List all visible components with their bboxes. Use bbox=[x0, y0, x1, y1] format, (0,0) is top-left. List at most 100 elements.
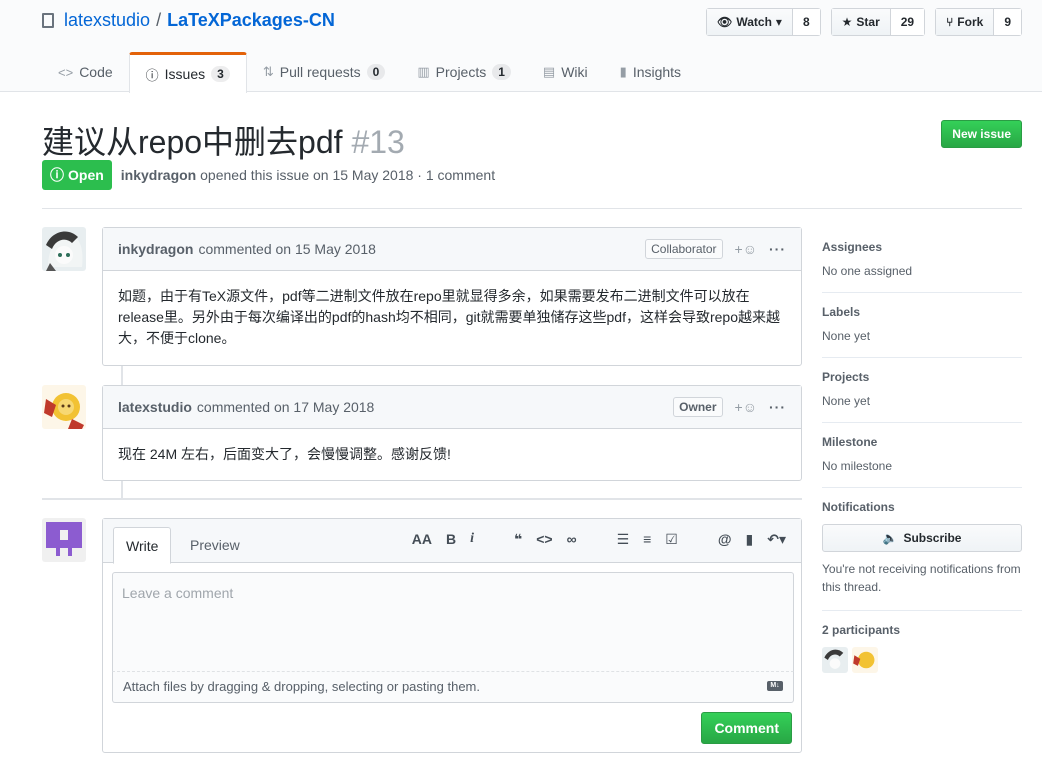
editor-tabs: Write Preview AA B i ❝ <> ∞ ☰ ≡ ☑ @ ▮ ↶▾ bbox=[103, 519, 801, 564]
comment-body: 现在 24M 左右，后面变大了，会慢慢调整。感谢反馈! bbox=[118, 446, 451, 462]
fork-label: Fork bbox=[957, 15, 984, 29]
star-label: Star bbox=[856, 15, 880, 29]
git-pull-request-icon: ⇅ bbox=[262, 64, 274, 79]
more-options-icon[interactable]: ··· bbox=[769, 399, 786, 415]
tab-label: Code bbox=[79, 64, 113, 80]
tab-pull-requests[interactable]: ⇅ Pull requests 0 bbox=[247, 52, 402, 92]
header-text-icon[interactable]: AA bbox=[412, 531, 432, 548]
tab-code[interactable]: <> Code bbox=[42, 52, 129, 92]
comment-timestamp[interactable]: commented on 17 May 2018 bbox=[197, 399, 374, 415]
comment-header: inkydragon commented on 15 May 2018 Coll… bbox=[103, 228, 801, 271]
eye-icon: 👁 bbox=[717, 15, 733, 29]
markdown-icon[interactable]: M↓ bbox=[767, 681, 783, 691]
issue-meta-text: opened this issue on 15 May 2018 · 1 com… bbox=[200, 167, 496, 183]
graph-icon: ▮ bbox=[619, 64, 627, 79]
comment-actions: Collaborator +☺ ··· bbox=[645, 239, 786, 259]
reply-icon[interactable]: ↶▾ bbox=[767, 531, 786, 548]
markdown-toolbar: AA B i ❝ <> ∞ ☰ ≡ ☑ @ ▮ ↶▾ bbox=[412, 531, 786, 548]
repo-owner-link[interactable]: latexstudio bbox=[64, 10, 150, 31]
link-icon[interactable]: ∞ bbox=[567, 531, 577, 548]
current-user-avatar[interactable] bbox=[42, 518, 86, 562]
star-count[interactable]: 29 bbox=[890, 9, 925, 35]
more-options-icon[interactable]: ··· bbox=[769, 241, 786, 257]
issue-opened-icon: ⓘ bbox=[50, 167, 64, 183]
sidebar-participants: 2 participants bbox=[822, 611, 1022, 687]
avatar[interactable] bbox=[42, 385, 86, 429]
ordered-list-icon[interactable]: ≡ bbox=[643, 531, 651, 548]
watch-button[interactable]: 👁 Watch ▾ bbox=[707, 9, 793, 35]
sidebar-heading[interactable]: Milestone bbox=[822, 435, 1022, 449]
tab-issues[interactable]: ⓘ Issues 3 bbox=[128, 52, 247, 93]
issue-opened-icon: ⓘ bbox=[145, 67, 159, 83]
sidebar-value: No one assigned bbox=[822, 264, 913, 278]
timeline-divider bbox=[42, 498, 802, 500]
fork-button[interactable]: ⑂ Fork bbox=[936, 9, 995, 35]
sidebar-heading: Notifications bbox=[822, 500, 895, 514]
header-divider bbox=[42, 208, 1022, 209]
participant-avatar[interactable] bbox=[852, 647, 878, 673]
fork-count[interactable]: 9 bbox=[994, 9, 1021, 35]
sidebar-heading[interactable]: Labels bbox=[822, 305, 1022, 319]
issue-title-text: 建议从repo中删去pdf bbox=[42, 124, 343, 160]
issue-meta: ⓘ Open inkydragon opened this issue on 1… bbox=[42, 160, 495, 190]
tab-label: Wiki bbox=[561, 64, 588, 80]
repo-name-link[interactable]: LaTeXPackages-CN bbox=[167, 10, 335, 31]
write-tab[interactable]: Write bbox=[113, 527, 172, 564]
sidebar-heading[interactable]: Assignees bbox=[822, 240, 1022, 254]
attach-files-bar[interactable]: Attach files by dragging & dropping, sel… bbox=[112, 672, 794, 703]
avatar[interactable] bbox=[42, 227, 86, 271]
sidebar-projects: Projects None yet bbox=[822, 358, 1022, 423]
comment-author-link[interactable]: inkydragon bbox=[118, 241, 193, 257]
issue-author-link[interactable]: inkydragon bbox=[121, 167, 196, 183]
sidebar-milestone: Milestone No milestone bbox=[822, 423, 1022, 488]
comment-author-link[interactable]: latexstudio bbox=[118, 399, 192, 415]
timeline-connector bbox=[121, 481, 123, 499]
comment-textarea[interactable]: Leave a comment bbox=[112, 572, 794, 672]
tab-wiki[interactable]: ▤ Wiki bbox=[527, 52, 604, 92]
repo-icon bbox=[42, 13, 54, 28]
repo-actions: 👁 Watch ▾ 8 ★ Star 29 ⑂ Fork 9 bbox=[706, 8, 1022, 36]
add-reaction-icon[interactable]: +☺ bbox=[735, 399, 757, 415]
comment-actions: Owner +☺ ··· bbox=[673, 397, 786, 417]
repo-title: latexstudio / LaTeXPackages-CN bbox=[42, 10, 335, 31]
quote-icon[interactable]: ❝ bbox=[514, 531, 522, 548]
task-list-icon[interactable]: ☑ bbox=[665, 531, 678, 548]
tab-insights[interactable]: ▮ Insights bbox=[604, 52, 697, 92]
code-icon[interactable]: <> bbox=[536, 531, 552, 548]
repo-separator: / bbox=[156, 10, 162, 30]
tab-projects[interactable]: ▥ Projects 1 bbox=[401, 52, 527, 92]
sidebar-assignees: Assignees No one assigned bbox=[822, 228, 1022, 293]
repo-nav-tabs: <> Code ⓘ Issues 3 ⇅ Pull requests 0 ▥ P… bbox=[42, 52, 697, 93]
fork-group: ⑂ Fork 9 bbox=[935, 8, 1022, 36]
tab-label: Projects bbox=[435, 64, 487, 80]
star-button[interactable]: ★ Star bbox=[831, 9, 891, 35]
state-badge: ⓘ Open bbox=[42, 160, 112, 190]
sidebar-value: None yet bbox=[822, 394, 871, 408]
repo-header: latexstudio / LaTeXPackages-CN 👁 Watch ▾… bbox=[0, 0, 1042, 93]
subscribe-button[interactable]: 🔈 Subscribe bbox=[822, 524, 1022, 552]
participant-avatar[interactable] bbox=[822, 647, 848, 673]
tab-label: Issues bbox=[164, 66, 206, 82]
issue-sidebar: Assignees No one assigned Labels None ye… bbox=[822, 228, 1022, 687]
participant-avatars bbox=[822, 647, 1022, 673]
comment-body: 如题，由于有TeX源文件，pdf等二进制文件放在repo里就显得多余，如果需要发… bbox=[118, 288, 781, 346]
sidebar-heading[interactable]: Projects bbox=[822, 370, 1022, 384]
bold-icon[interactable]: B bbox=[446, 531, 456, 548]
watch-count[interactable]: 8 bbox=[792, 9, 820, 35]
project-icon: ▥ bbox=[417, 64, 430, 79]
preview-tab[interactable]: Preview bbox=[178, 527, 252, 564]
add-reaction-icon[interactable]: +☺ bbox=[735, 241, 757, 257]
unordered-list-icon[interactable]: ☰ bbox=[617, 531, 630, 548]
comment-timestamp[interactable]: commented on 15 May 2018 bbox=[198, 241, 375, 257]
sidebar-notifications: Notifications 🔈 Subscribe You're not rec… bbox=[822, 488, 1022, 611]
book-icon: ▤ bbox=[542, 64, 556, 79]
role-badge: Owner bbox=[673, 397, 723, 417]
comment-submit-button[interactable]: Comment bbox=[701, 712, 792, 744]
sidebar-value: No milestone bbox=[822, 459, 893, 473]
bookmark-icon[interactable]: ▮ bbox=[746, 531, 754, 548]
italic-icon[interactable]: i bbox=[470, 531, 474, 548]
new-issue-button[interactable]: New issue bbox=[941, 120, 1022, 148]
mention-icon[interactable]: @ bbox=[718, 531, 732, 548]
issue-number: #13 bbox=[351, 124, 405, 160]
star-icon: ★ bbox=[841, 15, 853, 29]
